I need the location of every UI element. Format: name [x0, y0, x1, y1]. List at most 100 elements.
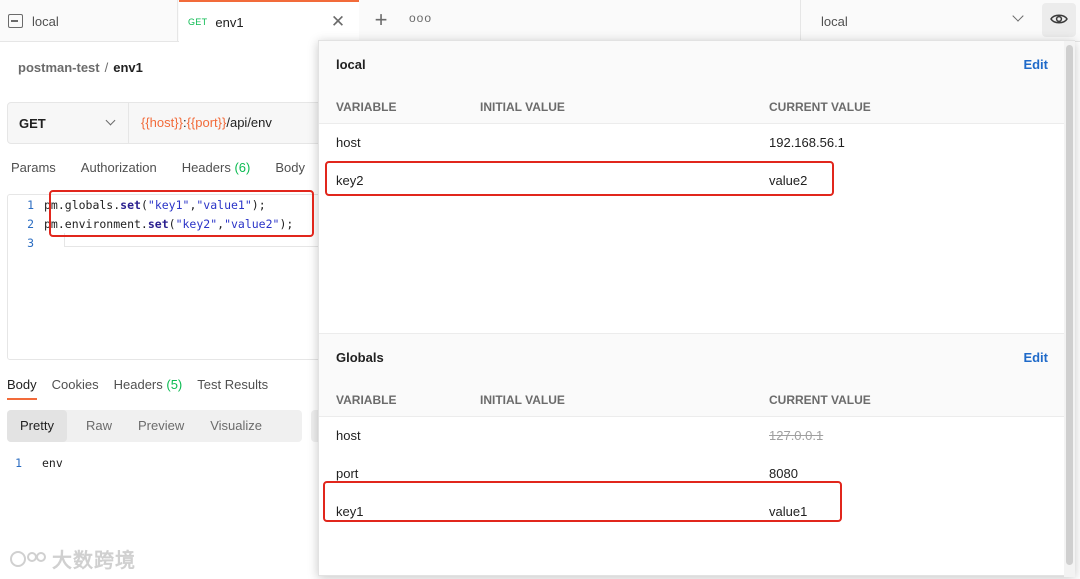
close-icon[interactable]: ✕ [329, 13, 347, 31]
code-string: "key1" [147, 198, 190, 212]
tab-bar: local GET env1 ✕ + ooo local [0, 0, 1080, 42]
column-header-variable: VARIABLE [336, 100, 397, 114]
request-tabs: Params Authorization Headers (6) Body [11, 160, 330, 175]
breadcrumb: postman-test / env1 [18, 60, 143, 75]
new-tab-button[interactable]: + [370, 8, 392, 32]
variable-row: host 127.0.0.1 [319, 417, 1064, 455]
line-number: 1 [15, 456, 22, 470]
environment-quick-look-button[interactable] [1042, 3, 1076, 37]
column-headers: VARIABLE INITIAL VALUE CURRENT VALUE [319, 91, 1064, 124]
response-body-text: env [42, 456, 63, 470]
code-line: 2 pm.environment.set("key2","value2"); [8, 215, 293, 233]
code-paren: ); [279, 217, 294, 231]
tab-headers[interactable]: Headers (6) [182, 160, 251, 175]
code-paren: ( [140, 198, 148, 212]
tab-local[interactable]: local [0, 0, 178, 42]
column-headers: VARIABLE INITIAL VALUE CURRENT VALUE [319, 384, 1064, 417]
url-port-variable: {{port}} [186, 115, 227, 130]
current-value: 192.168.56.1 [769, 135, 845, 150]
line-number: 2 [27, 217, 34, 231]
column-header-current: CURRENT VALUE [769, 393, 871, 407]
tab-test-results[interactable]: Test Results [197, 377, 268, 400]
tab-label: env1 [215, 14, 244, 30]
view-visualize-button[interactable]: Visualize [197, 410, 275, 442]
section-title: local [336, 57, 366, 72]
variable-name: port [336, 466, 359, 481]
tab-env1[interactable]: GET env1 ✕ [179, 0, 359, 42]
code-string: "value1" [196, 198, 252, 212]
column-header-variable: VARIABLE [336, 393, 397, 407]
headers-count: (6) [234, 160, 251, 175]
tab-cookies[interactable]: Cookies [52, 377, 99, 400]
method-value: GET [19, 115, 46, 131]
current-line-indicator [64, 233, 328, 247]
tab-response-body[interactable]: Body [7, 377, 37, 400]
watermark: 大数跨境 [8, 544, 136, 573]
variable-row: key2 value2 [319, 162, 1064, 200]
variable-name: host [336, 428, 361, 443]
code-string: "value2" [224, 217, 280, 231]
view-pretty-button[interactable]: Pretty [7, 410, 67, 442]
response-tabs: Body Cookies Headers (5) Test Results [7, 377, 283, 400]
url-host-variable: {{host}} [141, 115, 183, 130]
response-body: 1 env [0, 456, 63, 470]
eye-icon [1050, 14, 1068, 24]
panel-scrollbar[interactable] [1064, 41, 1075, 577]
code-function: set [120, 198, 141, 212]
tab-label: local [32, 13, 59, 29]
method-select[interactable]: GET [8, 103, 129, 143]
variable-row: host 192.168.56.1 [319, 124, 1064, 162]
variable-row: key1 value1 [319, 493, 1064, 531]
line-number: 3 [27, 236, 34, 250]
response-view-toggle: Pretty Raw Preview Visualize [7, 410, 302, 442]
environment-section-globals: Globals Edit VARIABLE INITIAL VALUE CURR… [319, 333, 1064, 577]
column-header-initial: INITIAL VALUE [480, 393, 565, 407]
code-line: 1 pm.globals.set("key1","value1"); [8, 196, 266, 214]
url-bar: GET {{host}}:{{port}}/api/env [7, 102, 327, 144]
variable-name: key1 [336, 504, 364, 519]
more-tabs-icon[interactable]: ooo [409, 11, 432, 25]
column-header-initial: INITIAL VALUE [480, 100, 565, 114]
tab-method-badge: GET [188, 17, 208, 27]
code-string: "key2" [175, 217, 218, 231]
line-number: 1 [27, 198, 34, 212]
code-paren: ( [168, 217, 176, 231]
breadcrumb-collection[interactable]: postman-test [18, 60, 100, 75]
environment-quick-look-panel: local Edit VARIABLE INITIAL VALUE CURREN… [318, 40, 1075, 577]
variable-row: port 8080 [319, 455, 1064, 493]
tab-response-headers[interactable]: Headers (5) [114, 377, 183, 400]
variable-name: host [336, 135, 361, 150]
breadcrumb-separator: / [104, 60, 109, 75]
section-header: local Edit [319, 41, 1064, 91]
tab-headers-label: Headers [181, 160, 231, 175]
current-value-overridden: 127.0.0.1 [769, 428, 824, 443]
environment-icon [8, 14, 23, 28]
view-raw-button[interactable]: Raw [73, 410, 125, 442]
watermark-text: 大数跨境 [52, 550, 136, 572]
breadcrumb-request[interactable]: env1 [113, 60, 143, 75]
url-input[interactable]: {{host}}:{{port}}/api/env [141, 115, 272, 130]
response-headers-count: (5) [166, 377, 183, 392]
tab-body[interactable]: Body [275, 160, 305, 175]
environment-select[interactable]: local [800, 0, 1036, 42]
code-line: 3 [8, 234, 44, 252]
column-header-current: CURRENT VALUE [769, 100, 871, 114]
environment-select-value: local [821, 13, 848, 29]
url-path: /api/env [226, 115, 272, 130]
variable-name: key2 [336, 173, 364, 188]
edit-environment-link[interactable]: Edit [1023, 57, 1048, 72]
watermark-logo [10, 551, 46, 567]
chevron-down-icon [1012, 10, 1024, 22]
current-value: value1 [769, 504, 808, 519]
script-editor[interactable]: 1 pm.globals.set("key1","value1"); 2 pm.en… [7, 194, 328, 360]
code-object: pm.environment. [44, 217, 148, 231]
edit-globals-link[interactable]: Edit [1023, 350, 1048, 365]
scrollbar-thumb[interactable] [1066, 45, 1073, 565]
section-header: Globals Edit [319, 334, 1064, 384]
tab-response-headers-label: Headers [113, 377, 163, 392]
view-preview-button[interactable]: Preview [125, 410, 197, 442]
section-title: Globals [336, 350, 384, 365]
current-value: value2 [769, 173, 808, 188]
tab-params[interactable]: Params [11, 160, 56, 175]
tab-authorization[interactable]: Authorization [81, 160, 157, 175]
